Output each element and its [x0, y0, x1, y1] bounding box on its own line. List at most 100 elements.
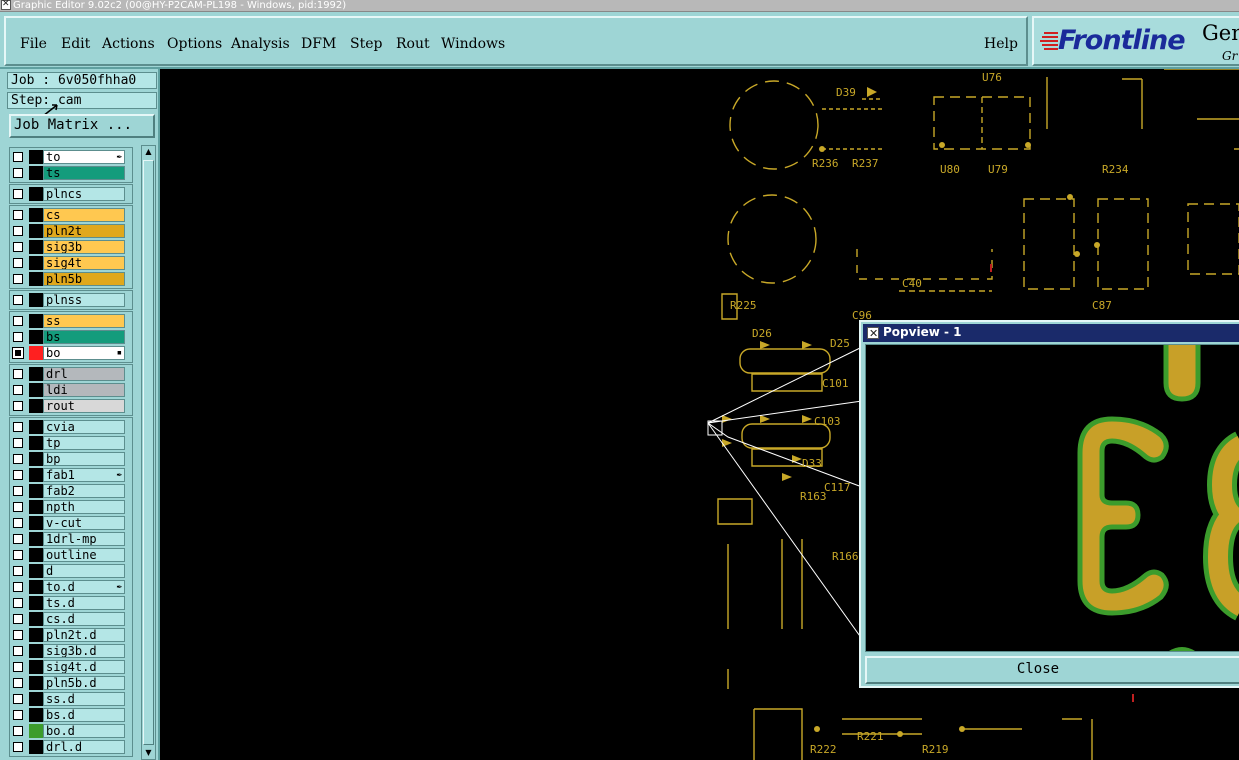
layer-checkbox[interactable]: [13, 401, 23, 411]
layer-name[interactable]: pln5b: [43, 272, 125, 286]
layer-row[interactable]: pln2t: [7, 223, 131, 239]
layer-row[interactable]: plncs: [7, 186, 131, 202]
layer-color-swatch[interactable]: [29, 660, 43, 674]
menu-windows[interactable]: Windows: [441, 36, 505, 52]
window-menu-icon[interactable]: [1, 0, 11, 10]
layer-checkbox[interactable]: [13, 189, 23, 199]
layer-name[interactable]: npth: [43, 500, 125, 514]
layer-color-swatch[interactable]: [29, 272, 43, 286]
layer-checkbox[interactable]: [13, 316, 23, 326]
layer-checkbox[interactable]: [13, 710, 23, 720]
layer-checkbox[interactable]: [13, 470, 23, 480]
layer-row[interactable]: sig3b: [7, 239, 131, 255]
layer-checkbox[interactable]: [13, 662, 23, 672]
layer-color-swatch[interactable]: [29, 564, 43, 578]
layer-color-swatch[interactable]: [29, 724, 43, 738]
layer-name[interactable]: bs: [43, 330, 125, 344]
layer-checkbox[interactable]: [13, 486, 23, 496]
layer-color-swatch[interactable]: [29, 452, 43, 466]
layer-color-swatch[interactable]: [29, 256, 43, 270]
job-matrix-button[interactable]: Job Matrix ...: [9, 114, 155, 138]
layer-color-swatch[interactable]: [29, 293, 43, 307]
layer-color-swatch[interactable]: [29, 676, 43, 690]
layer-row[interactable]: pln2t.d: [7, 627, 131, 643]
layer-row[interactable]: bo.d: [7, 723, 131, 739]
layer-row[interactable]: cs.d: [7, 611, 131, 627]
layer-name[interactable]: sig4t.d: [43, 660, 125, 674]
layer-checkbox[interactable]: [13, 694, 23, 704]
layer-row[interactable]: sig4t: [7, 255, 131, 271]
layer-name[interactable]: ts: [43, 166, 125, 180]
layer-color-swatch[interactable]: [29, 240, 43, 254]
menu-dfm[interactable]: DFM: [301, 36, 336, 52]
layer-color-swatch[interactable]: [29, 532, 43, 546]
layer-row[interactable]: pln5b.d: [7, 675, 131, 691]
layer-color-swatch[interactable]: [29, 420, 43, 434]
layer-checkbox[interactable]: [13, 295, 23, 305]
layer-checkbox[interactable]: [13, 678, 23, 688]
layer-color-swatch[interactable]: [29, 516, 43, 530]
layer-row[interactable]: 1drl-mp: [7, 531, 131, 547]
layer-checkbox[interactable]: [13, 502, 23, 512]
layer-name[interactable]: bo.d: [43, 724, 125, 738]
layer-name[interactable]: drl: [43, 367, 125, 381]
layer-name[interactable]: fab1 ✒: [43, 468, 125, 482]
layer-name[interactable]: sig3b: [43, 240, 125, 254]
menu-edit[interactable]: Edit: [61, 36, 90, 52]
layer-name[interactable]: d: [43, 564, 125, 578]
layer-color-swatch[interactable]: [29, 166, 43, 180]
layer-checkbox[interactable]: [13, 630, 23, 640]
layer-checkbox[interactable]: [13, 210, 23, 220]
layer-row[interactable]: ts: [7, 165, 131, 181]
layer-row[interactable]: pln5b: [7, 271, 131, 287]
layer-name[interactable]: bo ▪: [43, 346, 125, 360]
layer-row[interactable]: ss.d: [7, 691, 131, 707]
layer-row[interactable]: outline: [7, 547, 131, 563]
layer-color-swatch[interactable]: [29, 596, 43, 610]
layer-checkbox[interactable]: [13, 226, 23, 236]
layer-row[interactable]: bs.d: [7, 707, 131, 723]
layer-checkbox[interactable]: [13, 550, 23, 560]
layer-color-swatch[interactable]: [29, 644, 43, 658]
layer-row[interactable]: fab2: [7, 483, 131, 499]
layer-color-swatch[interactable]: [29, 399, 43, 413]
layer-row[interactable]: to.d ✒: [7, 579, 131, 595]
layer-name[interactable]: cvia: [43, 420, 125, 434]
layer-name[interactable]: sig4t: [43, 256, 125, 270]
layer-row[interactable]: bs: [7, 329, 131, 345]
layer-row[interactable]: drl.d: [7, 739, 131, 755]
layer-row[interactable]: d: [7, 563, 131, 579]
layer-color-swatch[interactable]: [29, 150, 43, 164]
layer-checkbox[interactable]: [13, 582, 23, 592]
layer-checkbox[interactable]: [13, 566, 23, 576]
layer-name[interactable]: pln2t: [43, 224, 125, 238]
menu-help[interactable]: Help: [984, 36, 1018, 52]
menu-actions[interactable]: Actions: [102, 36, 155, 52]
popview-close-button[interactable]: Close: [865, 656, 1239, 684]
layer-row[interactable]: ldi: [7, 382, 131, 398]
layer-name[interactable]: cs.d: [43, 612, 125, 626]
layer-name[interactable]: v-cut: [43, 516, 125, 530]
layer-checkbox[interactable]: [13, 742, 23, 752]
layer-color-swatch[interactable]: [29, 330, 43, 344]
layer-checkbox[interactable]: [13, 614, 23, 624]
layer-name[interactable]: bp: [43, 452, 125, 466]
layer-checkbox[interactable]: [13, 646, 23, 656]
menu-step[interactable]: Step: [350, 36, 382, 52]
layer-name[interactable]: 1drl-mp: [43, 532, 125, 546]
layer-checkbox[interactable]: [13, 332, 23, 342]
layer-color-swatch[interactable]: [29, 484, 43, 498]
layer-row[interactable]: bp: [7, 451, 131, 467]
layer-checkbox[interactable]: [13, 534, 23, 544]
layer-checkbox[interactable]: [13, 422, 23, 432]
layer-checkbox[interactable]: [13, 274, 23, 284]
layer-name[interactable]: plnss: [43, 293, 125, 307]
layer-row[interactable]: npth: [7, 499, 131, 515]
layer-checkbox[interactable]: [13, 726, 23, 736]
layer-color-swatch[interactable]: [29, 468, 43, 482]
layer-color-swatch[interactable]: [29, 367, 43, 381]
layer-name[interactable]: to ✒: [43, 150, 125, 164]
layer-row[interactable]: drl: [7, 366, 131, 382]
layer-row[interactable]: tp: [7, 435, 131, 451]
layer-color-swatch[interactable]: [29, 628, 43, 642]
